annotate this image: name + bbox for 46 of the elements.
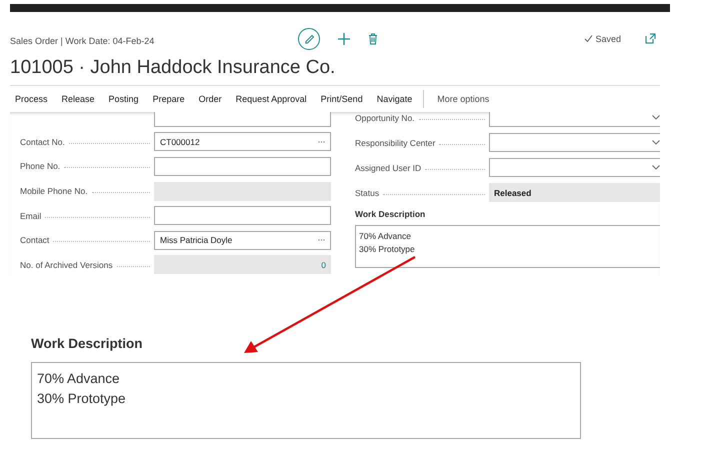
chevron-down-icon: [652, 115, 660, 120]
action-menu[interactable]: Release: [56, 89, 100, 109]
text-field[interactable]: [154, 112, 331, 127]
lookup-field[interactable]: Miss Patricia Doyle: [154, 230, 331, 250]
open-in-new-window-icon: [645, 33, 656, 44]
field-label: Contact: [20, 235, 50, 246]
text-area[interactable]: 70% Advance 30% Prototype: [355, 225, 660, 268]
field-label: Mobile Phone No.: [20, 186, 88, 196]
field-label: Opportunity No.: [355, 112, 415, 122]
action-menu[interactable]: Order: [194, 89, 227, 109]
breadcrumb: Sales Order | Work Date: 04-Feb-24: [10, 34, 156, 46]
pencil-icon: [302, 32, 316, 45]
checkmark-icon: [584, 34, 594, 43]
edit-button[interactable]: [298, 28, 320, 50]
action-menu[interactable]: Navigate: [372, 89, 418, 109]
add-icon: [338, 32, 350, 44]
text-field[interactable]: [154, 156, 331, 176]
delete-icon: [368, 32, 378, 44]
saved-status: Saved: [595, 34, 621, 44]
field-label: Status: [355, 188, 380, 198]
ellipsis-icon: [318, 140, 325, 143]
action-menu[interactable]: Posting: [104, 89, 144, 109]
text-field[interactable]: [154, 206, 331, 226]
action-menu[interactable]: Process: [10, 89, 53, 109]
page-title: 101005 · John Haddock Insurance Co.: [10, 57, 336, 80]
ellipsis-icon: [318, 239, 325, 242]
field-label: Assigned User ID: [355, 162, 422, 172]
section-heading: Work Description: [31, 336, 144, 351]
chevron-down-icon: [652, 165, 660, 170]
field-label: No. of Archived Versions: [20, 260, 113, 270]
field-label: Responsibility Center: [355, 138, 436, 148]
readonly-field: 0: [154, 255, 331, 274]
more-options-button[interactable]: More options: [432, 89, 494, 109]
dropdown-field[interactable]: [489, 158, 660, 177]
field-label: Phone No.: [20, 161, 60, 172]
action-menu[interactable]: Prepare: [148, 89, 190, 109]
section-heading: Work Description: [355, 209, 426, 219]
action-menu[interactable]: Print/Send: [316, 89, 368, 109]
text-area[interactable]: 70% Advance 30% Prototype: [31, 362, 581, 439]
action-menu[interactable]: Request Approval: [230, 89, 312, 109]
lookup-field[interactable]: CT000012: [154, 132, 331, 152]
field-label: Email: [20, 210, 42, 221]
chevron-down-icon: [652, 140, 660, 145]
dropdown-field[interactable]: [489, 133, 660, 152]
field-label: Contact No.: [20, 136, 65, 147]
readonly-field: Released: [489, 183, 660, 202]
